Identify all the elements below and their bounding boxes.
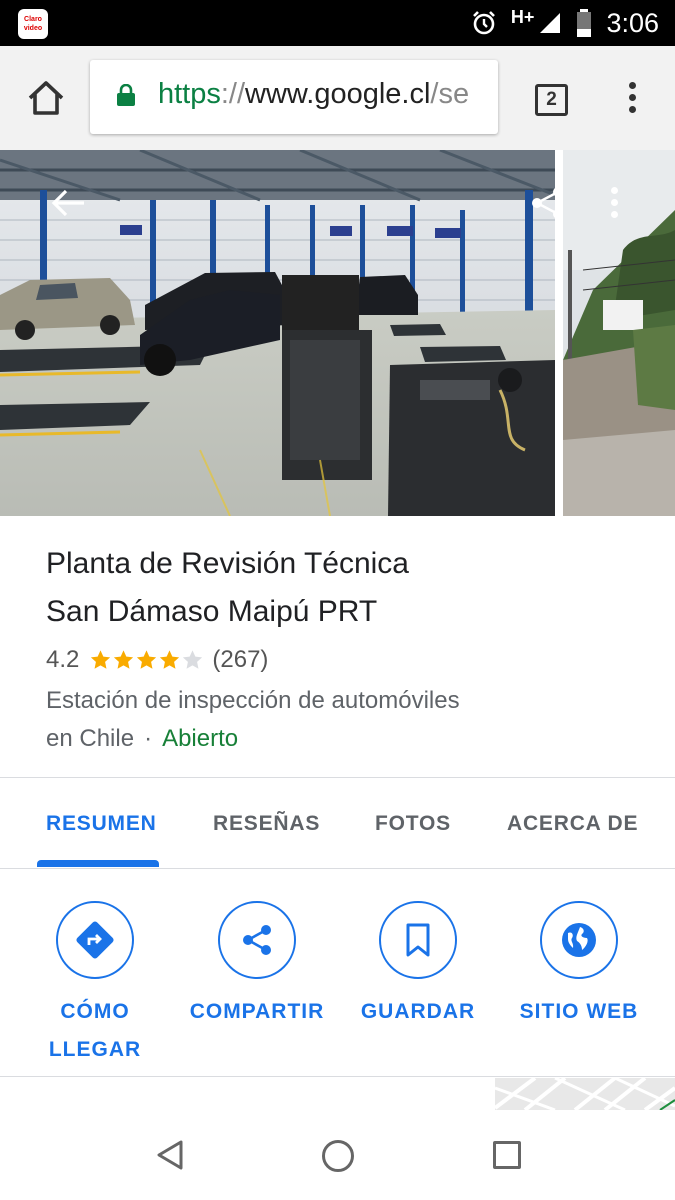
more-options-icon[interactable] <box>608 187 620 221</box>
open-status: Abierto <box>162 725 239 752</box>
star-rating <box>89 649 204 671</box>
bookmark-icon <box>406 923 430 957</box>
tab-resumen[interactable]: RESUMEN <box>46 812 157 836</box>
menu-icon[interactable] <box>622 82 642 118</box>
website-button[interactable]: SITIO WEB <box>499 901 659 1031</box>
claro-video-app-icon: Claro video <box>18 9 48 39</box>
tab-fotos[interactable]: FOTOS <box>375 812 451 836</box>
system-navigation-bar <box>0 1110 675 1200</box>
directions-button[interactable]: CÓMO LLEGAR <box>15 901 175 1069</box>
divider <box>0 868 675 869</box>
star-filled-icon <box>137 650 157 669</box>
share-icon <box>243 925 271 955</box>
place-title: Planta de Revisión Técnica San Dámaso Ma… <box>46 547 409 628</box>
rating-row[interactable]: 4.2 (267) <box>46 642 646 678</box>
clock: 3:06 <box>606 7 659 38</box>
tab-bar: RESUMEN RESEÑAS FOTOS ACERCA DE <box>0 778 675 868</box>
signal-icon <box>540 13 561 33</box>
share-icon[interactable] <box>530 185 566 221</box>
status-bar: Claro video H+ 3:06 <box>0 0 675 46</box>
address-bar[interactable]: https://www.google.cl/se <box>90 60 498 134</box>
star-empty-icon <box>183 650 203 669</box>
map-thumbnail[interactable] <box>495 1078 675 1110</box>
nav-home-icon[interactable] <box>322 1140 354 1172</box>
divider <box>0 1076 675 1077</box>
network-type: H+ <box>510 6 535 27</box>
nav-recents-icon[interactable] <box>493 1141 521 1169</box>
star-filled-icon <box>114 650 134 669</box>
back-arrow-icon[interactable] <box>50 188 86 218</box>
url-text: https://www.google.cl/se <box>158 78 470 110</box>
globe-icon <box>562 923 596 957</box>
battery-icon <box>577 9 592 37</box>
active-tab-indicator <box>37 860 159 867</box>
review-count: (267) <box>212 646 269 673</box>
alarm-icon <box>473 11 495 35</box>
browser-toolbar: https://www.google.cl/se 2 <box>0 46 675 150</box>
tab-switcher-button[interactable]: 2 <box>535 84 568 116</box>
star-filled-icon <box>91 650 111 669</box>
tab-resenas[interactable]: RESEÑAS <box>213 812 320 836</box>
save-button[interactable]: GUARDAR <box>338 901 498 1031</box>
share-button[interactable]: COMPARTIR <box>177 901 337 1031</box>
photo-carousel[interactable] <box>0 150 675 516</box>
home-icon[interactable] <box>24 76 68 120</box>
nav-back-icon[interactable] <box>155 1140 185 1170</box>
tab-acerca-de[interactable]: ACERCA DE <box>507 812 638 836</box>
directions-icon <box>76 921 114 959</box>
place-info: Planta de Revisión Técnica San Dámaso Ma… <box>46 540 646 758</box>
next-section-peek <box>0 1078 675 1110</box>
star-filled-icon <box>160 650 180 669</box>
place-category: Estación de inspección de automóviles en… <box>46 687 460 752</box>
rating-value: 4.2 <box>46 646 80 673</box>
action-buttons: CÓMO LLEGAR COMPARTIR GUARDAR SITIO WEB <box>0 870 675 1076</box>
lock-icon <box>117 84 135 106</box>
